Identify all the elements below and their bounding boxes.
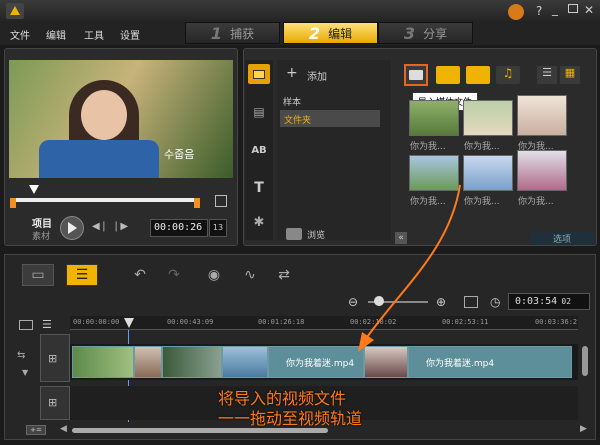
app-logo-icon	[6, 3, 24, 19]
library-thumbnail[interactable]	[463, 100, 513, 136]
corel-logo-icon[interactable]	[508, 4, 524, 20]
mode-project[interactable]: 项目	[32, 215, 52, 230]
preview-face	[81, 90, 127, 140]
annotation-arrow	[358, 184, 461, 352]
video-clip[interactable]	[222, 346, 268, 378]
preview-shirt	[39, 140, 159, 178]
minimize-icon[interactable]: _	[552, 2, 558, 16]
duration-frames: 02	[561, 297, 572, 306]
timecode-display[interactable]: 00:00:26	[150, 219, 208, 237]
show-photo-icon[interactable]	[466, 66, 490, 84]
time-ruler[interactable]	[70, 316, 578, 330]
menu-tools[interactable]: 工具	[84, 27, 104, 42]
record-capture-icon[interactable]: ◉	[198, 264, 230, 286]
import-media-button[interactable]	[404, 64, 428, 86]
add-track-icon[interactable]: +=	[26, 425, 46, 435]
mode-clip[interactable]: 素材	[32, 229, 50, 242]
trim-start-marker[interactable]	[10, 198, 16, 208]
show-video-icon[interactable]	[436, 66, 460, 84]
video-clip[interactable]	[72, 346, 134, 378]
video-clip[interactable]	[162, 346, 222, 378]
tab-share[interactable]: 3 分享	[378, 22, 473, 44]
timeline-playhead-icon[interactable]	[124, 318, 134, 328]
show-audio-icon[interactable]: ♫	[496, 66, 520, 84]
vertical-scrollbar[interactable]	[582, 346, 588, 376]
timecode-frames[interactable]: 13	[209, 219, 227, 237]
tab-edit[interactable]: 2 编辑	[283, 22, 378, 44]
ruler-tick: 00:00:43:09	[167, 318, 214, 326]
browse-icon[interactable]	[286, 228, 302, 240]
menu-edit[interactable]: 编辑	[46, 27, 66, 42]
step-number: 1	[210, 23, 223, 43]
thumbnail-view-icon[interactable]: ▦	[560, 66, 580, 84]
folder-item-samples[interactable]: 样本	[283, 95, 301, 108]
timeline-view-icon[interactable]: ☰	[66, 264, 98, 286]
transition-icon[interactable]: ▤	[248, 102, 270, 122]
ruler-tick: 00:00:00:00	[73, 318, 120, 326]
scrub-bar[interactable]	[14, 198, 196, 202]
library-thumbnail[interactable]	[517, 95, 567, 136]
folder-item-selected[interactable]: 文件夹	[280, 110, 380, 127]
preview-screen: 수줍음	[9, 60, 233, 178]
auto-music-icon[interactable]: ⇄	[268, 264, 300, 286]
audio-mixer-icon[interactable]: ∿	[234, 264, 266, 286]
project-duration: 0:03:54 02	[508, 293, 590, 310]
options-button[interactable]: 选项	[530, 232, 594, 245]
tab-label: 编辑	[328, 26, 353, 41]
previous-frame-icon[interactable]: ◀❘	[92, 221, 108, 232]
title-bar: ? _ ✕	[0, 0, 600, 23]
media-library-icon[interactable]	[248, 64, 270, 84]
play-icon	[67, 222, 77, 234]
ruler-tick: 00:01:26:18	[258, 318, 305, 326]
help-icon[interactable]: ?	[536, 4, 542, 18]
filter-icon[interactable]: ✱	[248, 212, 270, 232]
scroll-right-icon[interactable]: ▶	[580, 424, 587, 434]
tab-capture[interactable]: 1 捕获	[185, 22, 280, 44]
thumbnail-caption: 你为我...	[410, 142, 446, 152]
trim-end-marker[interactable]	[194, 198, 200, 208]
menu-settings[interactable]: 设置	[120, 27, 140, 42]
library-thumbnail[interactable]	[409, 100, 459, 136]
chapter-list-icon[interactable]: ☰	[42, 318, 52, 331]
play-button[interactable]	[60, 216, 84, 240]
ruler-tick: 00:03:36:2	[535, 318, 578, 326]
maximize-icon[interactable]	[568, 4, 578, 13]
storyboard-view-icon[interactable]: ▭	[22, 264, 54, 286]
menu-file[interactable]: 文件	[10, 27, 30, 42]
duration-value: 0:03:54	[515, 296, 558, 307]
step-number: 2	[308, 23, 321, 43]
redo-icon[interactable]: ↷	[158, 264, 190, 286]
tab-label: 捕获	[230, 26, 255, 41]
preview-overlay-text: 수줍음	[164, 148, 195, 161]
thumbnail-caption: 你为我...	[464, 142, 500, 152]
step-number: 3	[403, 23, 416, 43]
timecode-value: 00:00:26	[154, 222, 203, 233]
annotation-line-2: 一一拖动至视频轨道	[218, 409, 363, 428]
video-track-icon: ⊞	[48, 352, 58, 365]
title-ab-icon[interactable]: AB	[248, 140, 270, 160]
undo-icon[interactable]: ↶	[124, 264, 156, 286]
close-icon[interactable]: ✕	[584, 3, 594, 17]
list-view-icon[interactable]: ☰	[537, 66, 557, 84]
thumbnail-caption: 你为我...	[464, 197, 500, 207]
add-icon[interactable]: +	[286, 65, 298, 81]
library-thumbnail[interactable]	[463, 155, 513, 191]
ripple-edit-icon[interactable]: ⇆	[17, 350, 25, 361]
playhead-icon[interactable]	[29, 185, 39, 194]
video-clip[interactable]	[134, 346, 162, 378]
overlay-track-icon: ⊞	[48, 396, 58, 409]
tab-label: 分享	[423, 26, 448, 41]
thumbnail-caption: 你为我...	[518, 197, 554, 207]
library-thumbnail[interactable]	[517, 150, 567, 191]
browse-button[interactable]: 浏览	[307, 228, 325, 241]
clock-icon: ◷	[490, 295, 501, 309]
fullscreen-icon[interactable]	[215, 195, 227, 207]
text-t-icon[interactable]: T	[248, 178, 270, 198]
next-frame-icon[interactable]: ❘▶	[112, 221, 128, 232]
folder-icon	[409, 70, 423, 80]
expand-arrow-icon[interactable]: ▼	[22, 368, 28, 377]
scroll-left-icon[interactable]: ◀	[60, 424, 67, 434]
track-manager-icon[interactable]	[19, 320, 33, 330]
add-folder-button[interactable]: 添加	[307, 68, 327, 83]
